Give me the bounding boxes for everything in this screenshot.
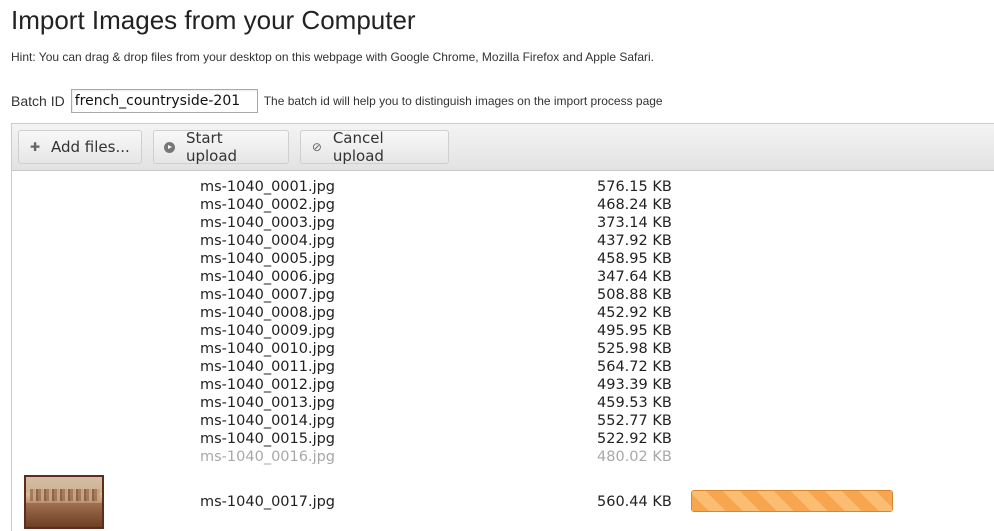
file-name: ms-1040_0004.jpg bbox=[200, 233, 336, 249]
file-name: ms-1040_0016.jpg bbox=[200, 449, 336, 465]
file-row: ms-1040_0015.jpg 522.92 KB bbox=[12, 431, 994, 449]
batch-id-row: Batch ID The batch id will help you to d… bbox=[11, 88, 663, 114]
file-size: 452.92 KB bbox=[597, 305, 672, 321]
file-name: ms-1040_0010.jpg bbox=[200, 341, 336, 357]
plus-icon: ✚ bbox=[29, 140, 41, 154]
file-name: ms-1040_0015.jpg bbox=[200, 431, 336, 447]
file-row: ms-1040_0016.jpg 480.02 KB bbox=[12, 449, 994, 467]
file-size: 437.92 KB bbox=[597, 233, 672, 249]
upload-toolbar: ✚ Add files... Start upload ⊘ Cancel upl… bbox=[12, 124, 994, 171]
file-row: ms-1040_0013.jpg 459.53 KB bbox=[12, 395, 994, 413]
file-size: 525.98 KB bbox=[597, 341, 672, 357]
file-row: ms-1040_0012.jpg 493.39 KB bbox=[12, 377, 994, 395]
file-row: ms-1040_0009.jpg 495.95 KB bbox=[12, 323, 994, 341]
file-row: ms-1040_0014.jpg 552.77 KB bbox=[12, 413, 994, 431]
file-row: ms-1040_0001.jpg 576.15 KB bbox=[12, 179, 994, 197]
file-name: ms-1040_0011.jpg bbox=[200, 359, 336, 375]
file-name: ms-1040_0014.jpg bbox=[200, 413, 336, 429]
file-name: ms-1040_0017.jpg bbox=[200, 494, 336, 510]
file-name: ms-1040_0005.jpg bbox=[200, 251, 336, 267]
start-upload-button[interactable]: Start upload bbox=[153, 129, 289, 165]
file-row: ms-1040_0011.jpg 564.72 KB bbox=[12, 359, 994, 377]
file-row: ms-1040_0010.jpg 525.98 KB bbox=[12, 341, 994, 359]
file-size: 480.02 KB bbox=[597, 449, 672, 465]
file-size: 564.72 KB bbox=[597, 359, 672, 375]
cancel-upload-label: Cancel upload bbox=[332, 129, 384, 165]
upload-progress-fill bbox=[692, 491, 892, 511]
file-row: ms-1040_0006.jpg 347.64 KB bbox=[12, 269, 994, 287]
file-uploader: ✚ Add files... Start upload ⊘ Cancel upl… bbox=[11, 123, 994, 531]
file-name: ms-1040_0006.jpg bbox=[200, 269, 336, 285]
file-size: 468.24 KB bbox=[597, 197, 672, 213]
file-row: ms-1040_0007.jpg 508.88 KB bbox=[12, 287, 994, 305]
file-size: 552.77 KB bbox=[597, 413, 672, 429]
file-name: ms-1040_0001.jpg bbox=[200, 179, 336, 195]
file-size: 493.39 KB bbox=[597, 377, 672, 393]
cancel-upload-button[interactable]: ⊘ Cancel upload bbox=[300, 129, 449, 165]
file-size: 459.53 KB bbox=[597, 395, 672, 411]
file-size: 508.88 KB bbox=[597, 287, 672, 303]
file-size: 458.95 KB bbox=[597, 251, 672, 267]
file-size: 522.92 KB bbox=[597, 431, 672, 447]
upload-progress-bar bbox=[691, 490, 893, 512]
file-size: 373.14 KB bbox=[597, 215, 672, 231]
file-row: ms-1040_0002.jpg 468.24 KB bbox=[12, 197, 994, 215]
file-name: ms-1040_0002.jpg bbox=[200, 197, 336, 213]
add-files-button[interactable]: ✚ Add files... bbox=[18, 130, 142, 164]
batch-id-label: Batch ID bbox=[11, 93, 65, 109]
file-name: ms-1040_0007.jpg bbox=[200, 287, 336, 303]
file-name: ms-1040_0012.jpg bbox=[200, 377, 336, 393]
file-row: ms-1040_0005.jpg 458.95 KB bbox=[12, 251, 994, 269]
file-name: ms-1040_0003.jpg bbox=[200, 215, 336, 231]
batch-id-input[interactable] bbox=[70, 89, 258, 113]
file-name: ms-1040_0009.jpg bbox=[200, 323, 336, 339]
add-files-label: Add files... bbox=[51, 138, 130, 156]
start-upload-label: Start upload bbox=[185, 129, 238, 165]
file-row: ms-1040_0008.jpg 452.92 KB bbox=[12, 305, 994, 323]
page-title: Import Images from your Computer bbox=[11, 5, 416, 35]
drag-drop-hint: Hint: You can drag & drop files from you… bbox=[11, 50, 655, 64]
file-name: ms-1040_0013.jpg bbox=[200, 395, 336, 411]
file-row: ms-1040_0003.jpg 373.14 KB bbox=[12, 215, 994, 233]
play-circle-icon bbox=[164, 141, 175, 153]
file-size: 576.15 KB bbox=[597, 179, 672, 195]
file-size: 560.44 KB bbox=[597, 494, 672, 510]
file-row: ms-1040_0004.jpg 437.92 KB bbox=[12, 233, 994, 251]
file-size: 495.95 KB bbox=[597, 323, 672, 339]
batch-id-help: The batch id will help you to distinguis… bbox=[263, 94, 663, 108]
cancel-icon: ⊘ bbox=[311, 140, 322, 154]
file-size: 347.64 KB bbox=[597, 269, 672, 285]
file-name: ms-1040_0008.jpg bbox=[200, 305, 336, 321]
